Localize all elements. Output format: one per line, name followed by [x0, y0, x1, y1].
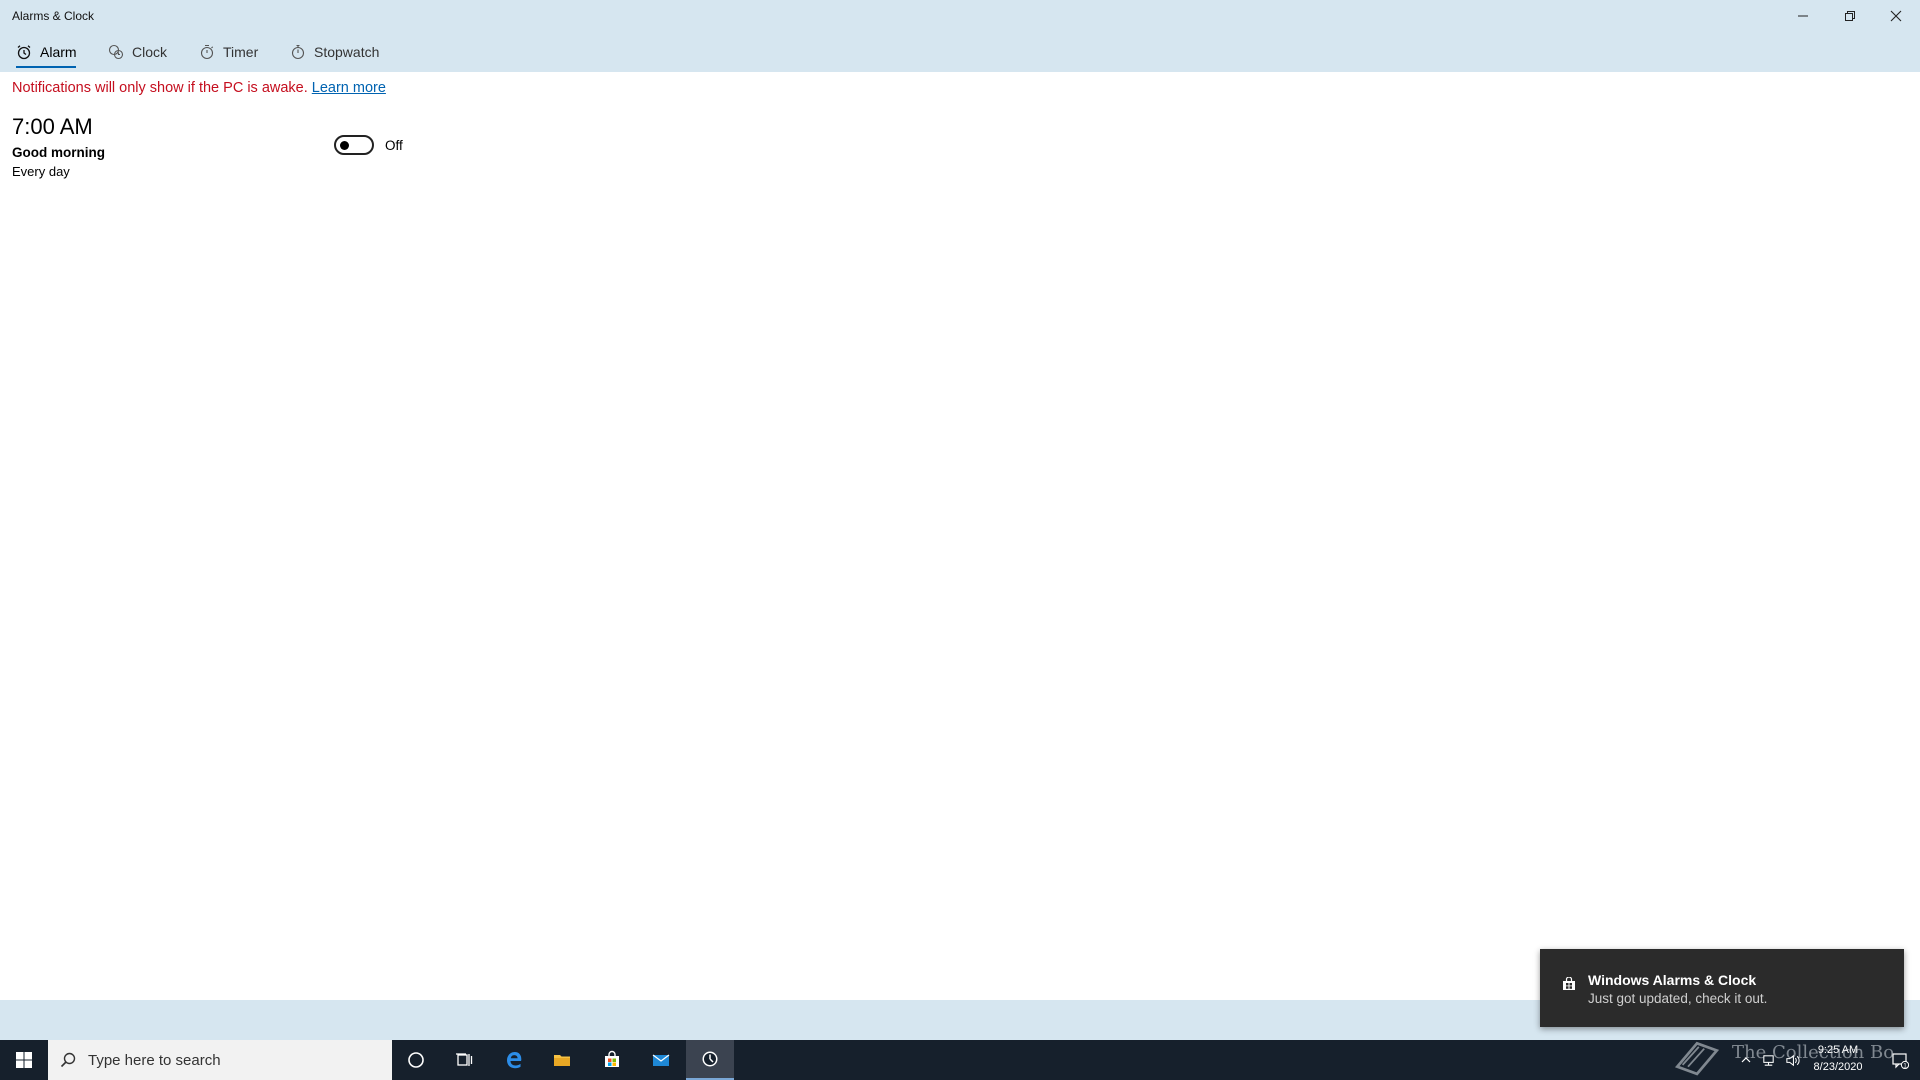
- tab-stopwatch-label: Stopwatch: [314, 44, 380, 60]
- alarm-item[interactable]: 7:00 AM Good morning Every day Off: [12, 114, 432, 184]
- book-watermark-icon: [1674, 1041, 1720, 1076]
- awake-notice: Notifications will only show if the PC i…: [12, 80, 386, 96]
- alarms-clock-icon: [702, 1051, 718, 1067]
- toast-body: Just got updated, check it out.: [1588, 991, 1768, 1006]
- windows-logo-icon: [16, 1052, 32, 1068]
- close-icon: [1890, 10, 1902, 22]
- search-icon: [60, 1052, 76, 1068]
- title-bar: Alarms & Clock: [0, 0, 1920, 32]
- restore-icon: [1845, 11, 1855, 21]
- alarm-toggle-label: Off: [385, 138, 403, 153]
- cortana-button[interactable]: [392, 1040, 440, 1080]
- taskbar: Type here to search 9:25 AM 8/23/2020 1: [0, 1040, 1920, 1080]
- awake-notice-text: Notifications will only show if the PC i…: [12, 80, 308, 96]
- minimize-icon: [1798, 15, 1808, 17]
- file-explorer-button[interactable]: [538, 1040, 586, 1080]
- tab-stopwatch[interactable]: Stopwatch: [290, 32, 379, 72]
- alarm-toggle-knob: [340, 141, 349, 150]
- learn-more-link[interactable]: Learn more: [312, 80, 386, 96]
- store-bag-icon: [1563, 977, 1575, 990]
- active-tab-indicator: [16, 66, 76, 68]
- alarm-toggle[interactable]: [334, 135, 374, 155]
- watermark-text: The Collection Bo: [1732, 1042, 1895, 1063]
- minimize-button[interactable]: [1780, 0, 1826, 32]
- start-button[interactable]: [0, 1040, 48, 1080]
- world-clock-icon: [108, 44, 124, 60]
- watermark: The Collection Bo: [1670, 1030, 1900, 1080]
- toast-title: Windows Alarms & Clock: [1588, 972, 1757, 988]
- tab-timer[interactable]: Timer: [199, 32, 258, 72]
- cortana-icon: [408, 1052, 424, 1068]
- alarm-repeat: Every day: [12, 164, 70, 179]
- tab-clock-label: Clock: [132, 44, 168, 60]
- alarm-icon: [17, 45, 31, 60]
- taskbar-search[interactable]: Type here to search: [48, 1040, 392, 1080]
- task-view-button[interactable]: [440, 1040, 488, 1080]
- alarm-time: 7:00 AM: [12, 114, 93, 139]
- tab-alarm-label: Alarm: [40, 44, 77, 60]
- edge-button[interactable]: [490, 1040, 538, 1080]
- file-explorer-icon: [554, 1055, 570, 1066]
- edge-icon: [507, 1052, 522, 1069]
- task-view-icon: [456, 1053, 473, 1066]
- close-button[interactable]: [1873, 0, 1919, 32]
- store-icon: [605, 1050, 619, 1067]
- alarm-name: Good morning: [12, 145, 105, 160]
- stopwatch-icon: [291, 44, 305, 60]
- search-placeholder: Type here to search: [88, 1051, 221, 1069]
- mail-button[interactable]: [637, 1040, 685, 1080]
- window-title: Alarms & Clock: [12, 9, 95, 23]
- alarms-clock-taskbar-button[interactable]: [686, 1040, 734, 1080]
- nav-tabs: Alarm Clock Timer Stopwatch: [0, 32, 1920, 72]
- tab-clock[interactable]: Clock: [108, 32, 167, 72]
- timer-icon: [200, 44, 214, 60]
- mail-icon: [652, 1054, 670, 1066]
- restore-button[interactable]: [1827, 0, 1873, 32]
- toast-notification[interactable]: Windows Alarms & Clock Just got updated,…: [1540, 949, 1904, 1027]
- store-button[interactable]: [588, 1040, 636, 1080]
- tab-timer-label: Timer: [223, 44, 259, 60]
